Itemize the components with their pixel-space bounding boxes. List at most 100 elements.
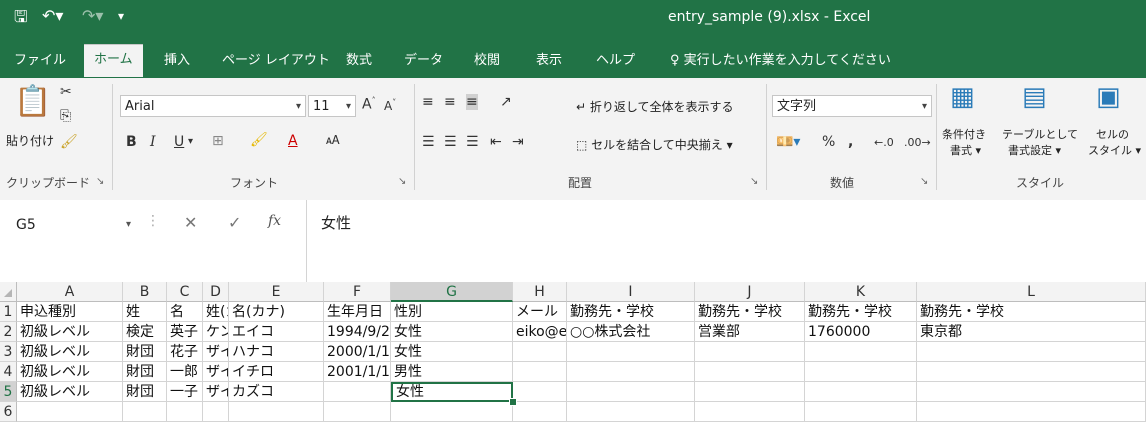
align-bottom-icon[interactable]: ≡: [466, 94, 478, 110]
cell-c2[interactable]: 英子: [167, 322, 203, 342]
cell-a1[interactable]: 申込種別: [17, 302, 123, 322]
font-name-combo[interactable]: Arial ▾: [120, 95, 306, 117]
cell-b5[interactable]: 財団: [123, 382, 167, 402]
chevron-down-icon[interactable]: ▾: [188, 136, 193, 147]
paste-button[interactable]: 貼り付け: [6, 132, 54, 149]
cell-k2[interactable]: 1760000: [805, 322, 917, 342]
number-format-combo[interactable]: 文字列 ▾: [772, 95, 932, 117]
accounting-format-icon[interactable]: 💴▾: [776, 134, 800, 150]
decrease-indent-icon[interactable]: ⇤: [490, 134, 502, 150]
column-header-i[interactable]: I: [567, 282, 695, 302]
align-center-icon[interactable]: ☰: [444, 134, 457, 150]
select-all-button[interactable]: [0, 282, 17, 302]
column-header-h[interactable]: H: [513, 282, 567, 302]
column-header-c[interactable]: C: [167, 282, 203, 302]
cell-l4[interactable]: [917, 362, 1146, 382]
row-header-3[interactable]: 3: [0, 342, 17, 362]
column-header-l[interactable]: L: [917, 282, 1146, 302]
cell-f6[interactable]: [324, 402, 391, 422]
cell-l6[interactable]: [917, 402, 1146, 422]
cell-c1[interactable]: 名: [167, 302, 203, 322]
increase-decimal-icon[interactable]: ←.0: [874, 136, 894, 149]
cell-h2[interactable]: eiko@example.com: [513, 322, 567, 342]
cancel-icon[interactable]: ✕: [184, 213, 197, 232]
phonetic-icon[interactable]: 🗚: [326, 133, 340, 148]
insert-function-icon[interactable]: fx: [268, 213, 281, 229]
copy-icon[interactable]: ⎘: [60, 108, 71, 124]
cell-e1[interactable]: 名(カナ): [229, 302, 324, 322]
format-as-table-label-1[interactable]: テーブルとして: [1002, 126, 1078, 142]
cell-a5[interactable]: 初級レベル: [17, 382, 123, 402]
cell-i3[interactable]: [567, 342, 695, 362]
cell-g2[interactable]: 女性: [391, 322, 513, 342]
cell-j5[interactable]: [695, 382, 805, 402]
cell-i5[interactable]: [567, 382, 695, 402]
cell-j2[interactable]: 営業部: [695, 322, 805, 342]
increase-indent-icon[interactable]: ⇥: [512, 134, 524, 150]
column-header-g[interactable]: G: [391, 282, 513, 302]
cell-b1[interactable]: 姓: [123, 302, 167, 322]
cell-h6[interactable]: [513, 402, 567, 422]
cell-d3[interactable]: ザイダン: [203, 342, 229, 362]
cell-styles-icon[interactable]: ▣: [1096, 82, 1121, 112]
cell-i4[interactable]: [567, 362, 695, 382]
italic-button[interactable]: I: [150, 134, 156, 150]
cell-k5[interactable]: [805, 382, 917, 402]
cell-c6[interactable]: [167, 402, 203, 422]
cell-h5[interactable]: [513, 382, 567, 402]
tab-home[interactable]: ホーム: [84, 44, 143, 77]
cell-c4[interactable]: 一郎: [167, 362, 203, 382]
column-header-k[interactable]: K: [805, 282, 917, 302]
spreadsheet-grid[interactable]: ABCDEFGHIJKL 1申込種別姓名姓(カナ)名(カナ)生年月日性別メール勤…: [0, 282, 1146, 430]
cell-f4[interactable]: 2001/1/1: [324, 362, 391, 382]
cell-d5[interactable]: ザイダン: [203, 382, 229, 402]
column-header-b[interactable]: B: [123, 282, 167, 302]
undo-icon[interactable]: ↶▾: [42, 6, 63, 25]
customize-quick-access-icon[interactable]: ▾: [118, 9, 124, 23]
redo-icon[interactable]: ↷▾: [82, 6, 103, 25]
cut-icon[interactable]: ✂: [60, 84, 72, 100]
conditional-formatting-button[interactable]: 書式 ▾: [950, 142, 981, 158]
cell-a4[interactable]: 初級レベル: [17, 362, 123, 382]
column-header-f[interactable]: F: [324, 282, 391, 302]
cell-k1[interactable]: 勤務先・学校: [805, 302, 917, 322]
cell-i6[interactable]: [567, 402, 695, 422]
shrink-font-icon[interactable]: A˅: [384, 98, 396, 113]
column-header-d[interactable]: D: [203, 282, 229, 302]
cell-e3[interactable]: ハナコ: [229, 342, 324, 362]
cell-f5[interactable]: [324, 382, 391, 402]
cell-d4[interactable]: ザイダン: [203, 362, 229, 382]
column-header-e[interactable]: E: [229, 282, 324, 302]
cell-h1[interactable]: メール: [513, 302, 567, 322]
cell-b2[interactable]: 検定: [123, 322, 167, 342]
cell-a6[interactable]: [17, 402, 123, 422]
tab-file[interactable]: ファイル: [14, 46, 66, 78]
cell-k4[interactable]: [805, 362, 917, 382]
font-launcher-icon[interactable]: ↘: [398, 176, 406, 187]
tab-review[interactable]: 校閲: [474, 46, 500, 78]
save-icon[interactable]: 🖫: [14, 6, 28, 33]
cell-e2[interactable]: エイコ: [229, 322, 324, 342]
tab-data[interactable]: データ: [404, 46, 443, 78]
cell-styles-label-1[interactable]: セルの: [1096, 126, 1129, 142]
cell-l2[interactable]: 東京都: [917, 322, 1146, 342]
row-header-1[interactable]: 1: [0, 302, 17, 322]
cell-j1[interactable]: 勤務先・学校: [695, 302, 805, 322]
cell-d1[interactable]: 姓(カナ): [203, 302, 229, 322]
row-header-2[interactable]: 2: [0, 322, 17, 342]
underline-button[interactable]: U: [174, 134, 184, 150]
cell-a2[interactable]: 初級レベル: [17, 322, 123, 342]
conditional-formatting-label-1[interactable]: 条件付き: [942, 126, 986, 142]
borders-icon[interactable]: ⊞: [212, 133, 224, 149]
cell-e5[interactable]: カズコ: [229, 382, 324, 402]
cell-i1[interactable]: 勤務先・学校: [567, 302, 695, 322]
cell-a3[interactable]: 初級レベル: [17, 342, 123, 362]
bold-button[interactable]: B: [126, 134, 137, 150]
fill-handle[interactable]: [509, 398, 517, 406]
wrap-text-button[interactable]: ↵ 折り返して全体を表示する: [576, 98, 734, 115]
alignment-launcher-icon[interactable]: ↘: [750, 176, 758, 187]
cell-e6[interactable]: [229, 402, 324, 422]
decrease-decimal-icon[interactable]: .00→: [904, 136, 931, 149]
cell-f3[interactable]: 2000/1/1: [324, 342, 391, 362]
align-right-icon[interactable]: ☰: [466, 134, 479, 150]
